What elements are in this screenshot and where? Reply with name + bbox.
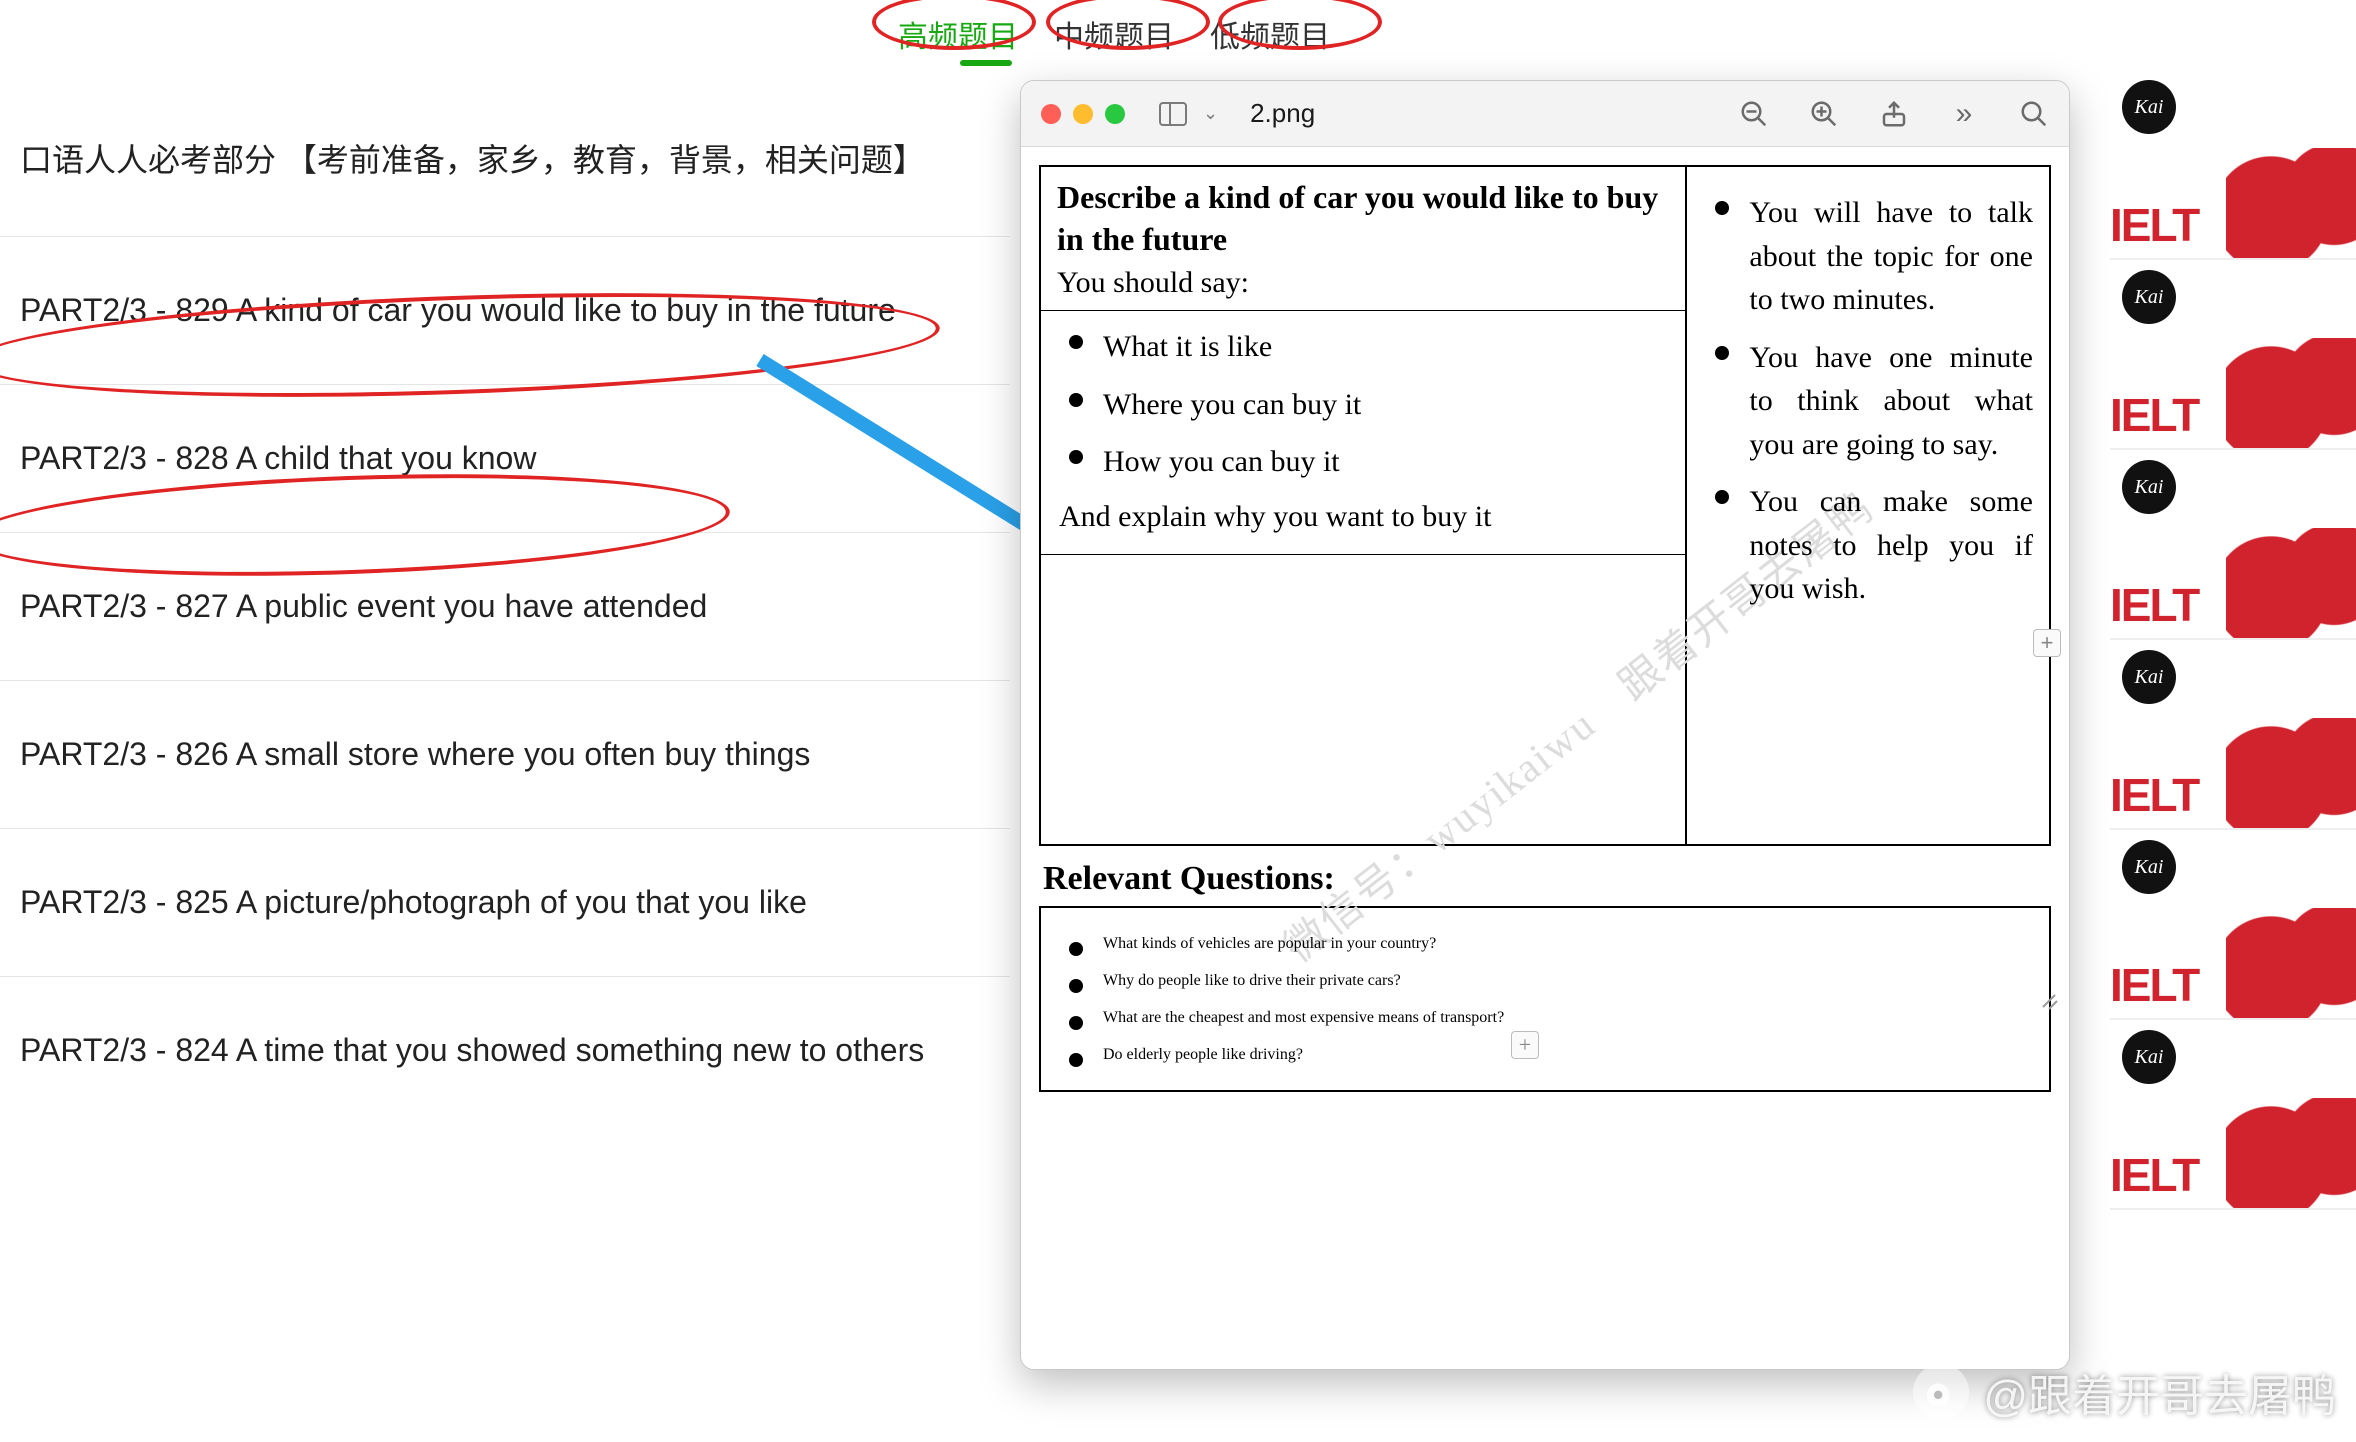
thumb-art [2226,640,2356,828]
tab-high-frequency[interactable]: 高频题目 [880,6,1036,62]
table-add-column-handle[interactable]: + [2033,629,2061,657]
thumb-art [2226,70,2356,258]
ielts-label: IELT [2110,578,2198,632]
cue-card-title: Describe a kind of car you would like to… [1057,177,1669,260]
toolbar-overflow-icon[interactable]: » [1949,99,1979,129]
instruction-item: You have one minute to think about what … [1715,336,2033,467]
close-window-button[interactable] [1041,104,1061,124]
relevant-question: Do elderly people like driving? [1069,1043,2033,1066]
relevant-question: What kinds of vehicles are popular in yo… [1069,932,2033,955]
weibo-logo-icon [1913,1364,1969,1420]
relevant-question: Why do people like to drive their privat… [1069,969,2033,992]
cue-card-points: What it is like Where you can buy it How… [1057,325,1669,484]
preview-window: ⌄ 2.png » 微信号：wuyikaiwu 跟着开哥去屠鸭 Describe… [1020,80,2070,1370]
relevant-questions-title: Relevant Questions: [1043,860,2051,898]
instruction-list: You will have to talk about the topic fo… [1703,191,2033,611]
thumbnail[interactable]: Kai IELT [2110,70,2356,260]
weibo-watermark: @跟着开哥去屠鸭 [1913,1360,2336,1424]
instruction-item: You will have to talk about the topic fo… [1715,191,2033,322]
list-item-825[interactable]: PART2/3 - 825 A picture/photograph of yo… [0,828,1010,976]
kai-badge-icon: Kai [2122,80,2176,134]
document-body: 微信号：wuyikaiwu 跟着开哥去屠鸭 Describe a kind of… [1021,147,2069,1110]
search-icon[interactable] [2019,99,2049,129]
thumbnail[interactable]: Kai IELT [2110,450,2356,640]
cue-explain: And explain why you want to buy it [1059,500,1669,534]
kai-badge-icon: Kai [2122,270,2176,324]
frequency-tabs: 高频题目 中频题目 低频题目 [880,6,1348,62]
thumbnail[interactable]: Kai IELT [2110,640,2356,830]
kai-badge-icon: Kai [2122,1030,2176,1084]
thumbnail[interactable]: Kai IELT [2110,830,2356,1020]
list-item-826[interactable]: PART2/3 - 826 A small store where you of… [0,680,1010,828]
ielts-label: IELT [2110,768,2198,822]
tab-low-frequency[interactable]: 低频题目 [1192,6,1348,62]
ielts-label: IELT [2110,958,2198,1012]
sidebar-toggle-icon[interactable] [1159,102,1187,126]
weibo-handle: @跟着开哥去屠鸭 [1983,1360,2336,1424]
cue-card-table: Describe a kind of car you would like to… [1039,165,2051,846]
thumb-art [2226,260,2356,448]
zoom-out-icon[interactable] [1739,99,1769,129]
window-controls [1041,104,1125,124]
thumbnail-column: Kai IELT Kai IELT Kai IELT Kai IELT Kai … [2110,70,2356,1210]
topic-list: 口语人人必考部分 【考前准备，家乡，教育，背景，相关问题】 PART2/3 - … [0,105,1010,1124]
tab-mid-frequency[interactable]: 中频题目 [1036,6,1192,62]
chevron-down-icon[interactable]: ⌄ [1203,103,1218,124]
thumb-art [2226,450,2356,638]
zoom-in-icon[interactable] [1809,99,1839,129]
preview-titlebar[interactable]: ⌄ 2.png » [1021,81,2069,147]
ielts-label: IELT [2110,1148,2198,1202]
thumb-art [2226,1020,2356,1208]
cue-point: What it is like [1069,325,1669,369]
thumbnail[interactable]: Kai IELT [2110,1020,2356,1210]
thumbnail[interactable]: Kai IELT [2110,260,2356,450]
ielts-label: IELT [2110,198,2198,252]
preview-filename: 2.png [1250,98,1315,129]
list-header[interactable]: 口语人人必考部分 【考前准备，家乡，教育，背景，相关问题】 [0,105,1010,236]
you-should-say-label: You should say: [1057,266,1669,300]
kai-badge-icon: Kai [2122,460,2176,514]
kai-badge-icon: Kai [2122,840,2176,894]
relevant-question: What are the cheapest and most expensive… [1069,1006,2033,1029]
kai-badge-icon: Kai [2122,650,2176,704]
table-add-row-handle[interactable]: + [1511,1031,1539,1059]
zoom-window-button[interactable] [1105,104,1125,124]
list-item-828[interactable]: PART2/3 - 828 A child that you know [0,384,1010,532]
minimize-window-button[interactable] [1073,104,1093,124]
table-resize-handle[interactable] [2039,991,2059,1011]
tab-active-indicator [960,60,1012,66]
share-icon[interactable] [1879,99,1909,129]
cue-point: Where you can buy it [1069,383,1669,427]
list-item-829[interactable]: PART2/3 - 829 A kind of car you would li… [0,236,1010,384]
thumb-art [2226,830,2356,1018]
instruction-item: You can make some notes to help you if y… [1715,480,2033,611]
list-item-824[interactable]: PART2/3 - 824 A time that you showed som… [0,976,1010,1124]
ielts-label: IELT [2110,388,2198,442]
relevant-questions-box: What kinds of vehicles are popular in yo… [1039,906,2051,1093]
cue-point: How you can buy it [1069,440,1669,484]
list-item-827[interactable]: PART2/3 - 827 A public event you have at… [0,532,1010,680]
